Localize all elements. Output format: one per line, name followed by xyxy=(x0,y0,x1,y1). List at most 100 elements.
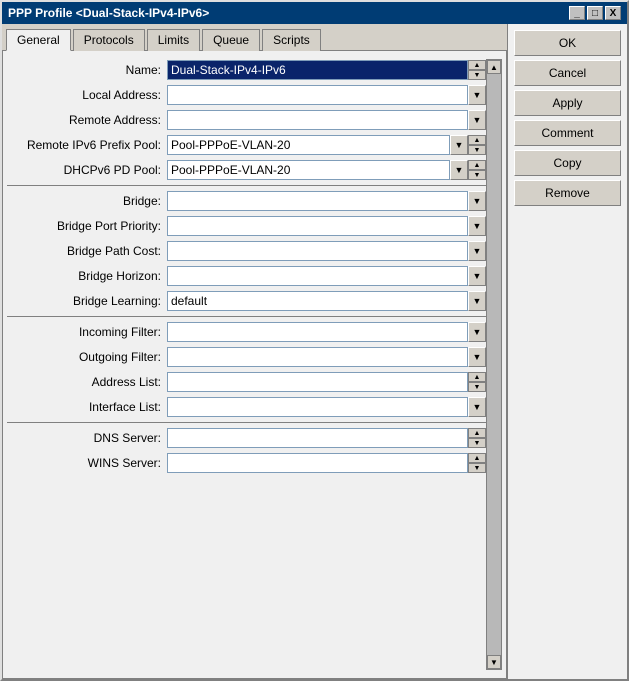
address-list-label: Address List: xyxy=(7,375,167,389)
close-button[interactable]: X xyxy=(605,6,621,20)
local-address-row: Local Address: ▼ xyxy=(7,84,486,106)
title-bar: PPP Profile <Dual-Stack-IPv4-IPv6> _ □ X xyxy=(2,2,627,24)
scroll-track[interactable] xyxy=(487,74,501,655)
dhcpv6-input-group: ▼ ▲ ▼ xyxy=(167,160,486,180)
bridge-learning-dropdown[interactable]: ▼ xyxy=(468,291,486,311)
form-fields: Name: ▲ ▼ Local Address: xyxy=(7,59,486,670)
wins-server-input[interactable] xyxy=(167,453,468,473)
dns-server-input-group: ▲ ▼ xyxy=(167,428,486,448)
title-controls: _ □ X xyxy=(569,6,621,20)
bridge-input[interactable] xyxy=(167,191,468,211)
bridge-horizon-label: Bridge Horizon: xyxy=(7,269,167,283)
scroll-down-button[interactable]: ▼ xyxy=(487,655,501,669)
remote-address-label: Remote Address: xyxy=(7,113,167,127)
bridge-path-cost-dropdown[interactable]: ▼ xyxy=(468,241,486,261)
address-list-scroll-up[interactable]: ▲ xyxy=(468,372,486,382)
bridge-port-priority-input[interactable] xyxy=(167,216,468,236)
wins-server-label: WINS Server: xyxy=(7,456,167,470)
minimize-button[interactable]: _ xyxy=(569,6,585,20)
remote-ipv6-scroll-btns: ▲ ▼ xyxy=(468,135,486,155)
remote-address-dropdown[interactable]: ▼ xyxy=(468,110,486,130)
ok-button[interactable]: OK xyxy=(514,30,621,56)
interface-list-label: Interface List: xyxy=(7,400,167,414)
tab-scripts[interactable]: Scripts xyxy=(262,29,321,51)
remote-ipv6-scroll-up[interactable]: ▲ xyxy=(468,135,486,145)
scroll-up-button[interactable]: ▲ xyxy=(487,60,501,74)
bridge-horizon-input[interactable] xyxy=(167,266,468,286)
outgoing-filter-dropdown[interactable]: ▼ xyxy=(468,347,486,367)
address-list-scroll-down[interactable]: ▼ xyxy=(468,382,486,392)
maximize-button[interactable]: □ xyxy=(587,6,603,20)
tab-limits[interactable]: Limits xyxy=(147,29,200,51)
interface-list-dropdown[interactable]: ▼ xyxy=(468,397,486,417)
tab-queue[interactable]: Queue xyxy=(202,29,260,51)
outgoing-filter-input-group: ▼ xyxy=(167,347,486,367)
bridge-horizon-dropdown[interactable]: ▼ xyxy=(468,266,486,286)
dhcpv6-dropdown[interactable]: ▼ xyxy=(450,160,468,180)
dns-server-scroll-up[interactable]: ▲ xyxy=(468,428,486,438)
name-input-group: ▲ ▼ xyxy=(167,60,486,80)
name-scroll-btns: ▲ ▼ xyxy=(468,60,486,80)
local-address-input-group: ▼ xyxy=(167,85,486,105)
address-list-input[interactable] xyxy=(167,372,468,392)
local-address-dropdown[interactable]: ▼ xyxy=(468,85,486,105)
bridge-learning-input[interactable] xyxy=(167,291,468,311)
dhcpv6-scroll-down[interactable]: ▼ xyxy=(468,170,486,180)
remote-ipv6-label: Remote IPv6 Prefix Pool: xyxy=(7,138,167,152)
divider-3 xyxy=(7,422,486,423)
bridge-learning-label: Bridge Learning: xyxy=(7,294,167,308)
incoming-filter-input[interactable] xyxy=(167,322,468,342)
wins-server-row: WINS Server: ▲ ▼ xyxy=(7,452,486,474)
remote-ipv6-dropdown[interactable]: ▼ xyxy=(450,135,468,155)
divider-1 xyxy=(7,185,486,186)
dhcpv6-scroll-up[interactable]: ▲ xyxy=(468,160,486,170)
bridge-path-cost-input-group: ▼ xyxy=(167,241,486,261)
bridge-path-cost-input[interactable] xyxy=(167,241,468,261)
remote-ipv6-scroll-down[interactable]: ▼ xyxy=(468,145,486,155)
tab-protocols[interactable]: Protocols xyxy=(73,29,145,51)
comment-button[interactable]: Comment xyxy=(514,120,621,146)
interface-list-input[interactable] xyxy=(167,397,468,417)
bridge-port-priority-dropdown[interactable]: ▼ xyxy=(468,216,486,236)
cancel-button[interactable]: Cancel xyxy=(514,60,621,86)
wins-server-scroll-btns: ▲ ▼ xyxy=(468,453,486,473)
bridge-port-priority-label: Bridge Port Priority: xyxy=(7,219,167,233)
incoming-filter-row: Incoming Filter: ▼ xyxy=(7,321,486,343)
tab-general[interactable]: General xyxy=(6,29,71,51)
remove-button[interactable]: Remove xyxy=(514,180,621,206)
dns-server-scroll-btns: ▲ ▼ xyxy=(468,428,486,448)
local-address-input[interactable] xyxy=(167,85,468,105)
remote-address-input[interactable] xyxy=(167,110,468,130)
right-panel: OK Cancel Apply Comment Copy Remove xyxy=(507,24,627,679)
local-address-label: Local Address: xyxy=(7,88,167,102)
interface-list-input-group: ▼ xyxy=(167,397,486,417)
copy-button[interactable]: Copy xyxy=(514,150,621,176)
bridge-row: Bridge: ▼ xyxy=(7,190,486,212)
bridge-path-cost-row: Bridge Path Cost: ▼ xyxy=(7,240,486,262)
name-scroll-up[interactable]: ▲ xyxy=(468,60,486,70)
incoming-filter-dropdown[interactable]: ▼ xyxy=(468,322,486,342)
bridge-port-priority-input-group: ▼ xyxy=(167,216,486,236)
name-input[interactable] xyxy=(167,60,468,80)
wins-server-scroll-up[interactable]: ▲ xyxy=(468,453,486,463)
dhcpv6-row: DHCPv6 PD Pool: ▼ ▲ ▼ xyxy=(7,159,486,181)
dhcpv6-input[interactable] xyxy=(167,160,450,180)
apply-button[interactable]: Apply xyxy=(514,90,621,116)
incoming-filter-label: Incoming Filter: xyxy=(7,325,167,339)
remote-ipv6-row: Remote IPv6 Prefix Pool: ▼ ▲ ▼ xyxy=(7,134,486,156)
interface-list-row: Interface List: ▼ xyxy=(7,396,486,418)
outgoing-filter-label: Outgoing Filter: xyxy=(7,350,167,364)
incoming-filter-input-group: ▼ xyxy=(167,322,486,342)
name-scroll-down[interactable]: ▼ xyxy=(468,70,486,80)
dns-server-label: DNS Server: xyxy=(7,431,167,445)
outgoing-filter-input[interactable] xyxy=(167,347,468,367)
dns-server-input[interactable] xyxy=(167,428,468,448)
bridge-path-cost-label: Bridge Path Cost: xyxy=(7,244,167,258)
remote-ipv6-input[interactable] xyxy=(167,135,450,155)
dns-server-scroll-down[interactable]: ▼ xyxy=(468,438,486,448)
bridge-dropdown[interactable]: ▼ xyxy=(468,191,486,211)
name-row: Name: ▲ ▼ xyxy=(7,59,486,81)
wins-server-scroll-down[interactable]: ▼ xyxy=(468,463,486,473)
bridge-input-group: ▼ xyxy=(167,191,486,211)
main-panel: General Protocols Limits Queue Scripts xyxy=(2,24,507,679)
